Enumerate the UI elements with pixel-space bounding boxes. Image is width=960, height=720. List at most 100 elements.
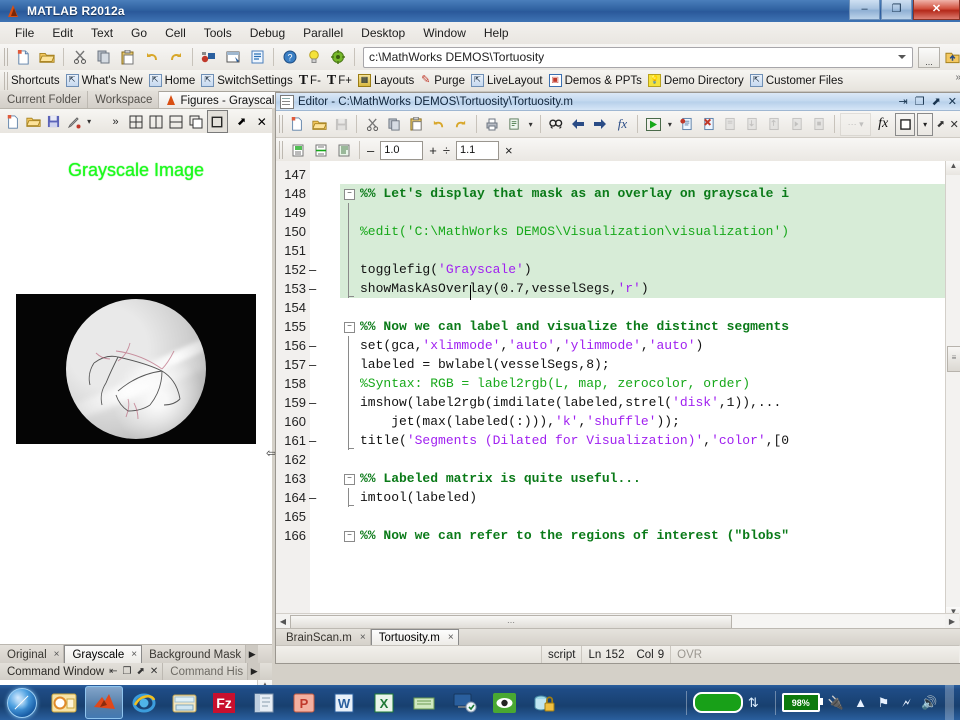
scroll-left-icon[interactable]: ◀ [276,617,290,626]
cascade-icon[interactable] [187,111,205,132]
shortcut-demos-ppts[interactable]: ▣ Demos & PPTs [548,74,642,87]
menu-edit[interactable]: Edit [43,24,82,42]
function-browser-icon[interactable]: fx [612,114,632,135]
code-line[interactable]: 148 %% Let's display that mask as an over… [276,184,959,203]
code-line[interactable]: 158 %Syntax: RGB = label2rgb(L, map, zero… [276,374,959,393]
close-icon[interactable]: ✕ [948,114,960,135]
print-icon[interactable] [482,114,502,135]
code-line[interactable]: 154 [276,298,959,317]
show-desktop-button[interactable] [945,685,954,720]
cell-toolbar-grip[interactable] [279,141,284,159]
new-file-icon[interactable] [12,46,34,68]
tab-workspace[interactable]: Workspace [88,91,160,108]
scroll-right-icon[interactable]: ▶ [945,617,959,626]
code-line[interactable]: 164– imtool(labeled) [276,488,959,507]
dock-icon[interactable]: ⇥ [898,95,907,108]
code-line[interactable]: 150 %edit('C:\MathWorks DEMOS\Visualizati… [276,222,959,241]
step-out-icon[interactable] [765,114,785,135]
find-icon[interactable] [546,114,566,135]
code-line[interactable]: 161– title('Segments (Dilated for Visuali… [276,431,959,450]
shortcut-font-increase[interactable]: T F+ [327,73,352,89]
taskbar-onenote-icon[interactable] [245,686,283,719]
shortcut-purge[interactable]: ✎ Purge [420,75,465,87]
tab-current-folder[interactable]: Current Folder [0,91,89,108]
insert-cell-divider-icon[interactable] [310,140,331,161]
shortcut-layouts[interactable]: ▦ Layouts [358,74,414,87]
shortcut-customer-files[interactable]: ⇱ Customer Files [749,74,843,87]
step-in-icon[interactable] [743,114,763,135]
scroll-up-icon[interactable]: ▲ [946,161,960,175]
new-file-icon[interactable] [287,114,307,135]
simulink-icon[interactable] [198,46,220,68]
undock-icon[interactable]: ⬈ [932,95,941,108]
paste-icon[interactable] [407,114,427,135]
save-figure-icon[interactable] [44,111,62,132]
taskbar-remote-desktop-icon[interactable] [445,686,483,719]
view-mode-icon[interactable] [895,112,916,136]
code-line[interactable]: 157– labeled = bwlabel(vesselSegs,8); [276,355,959,374]
undock-icon[interactable]: ⬈ [137,666,145,677]
code-line[interactable]: 149 [276,203,959,222]
chevron-down-icon[interactable] [898,54,906,59]
minimize-button[interactable]: – [849,0,880,20]
fx-icon[interactable]: fx [873,114,893,135]
save-file-icon[interactable] [331,114,351,135]
open-file-icon[interactable] [309,114,329,135]
code-line[interactable]: 163 %% Labeled matrix is quite useful... [276,469,959,488]
code-editor-area[interactable]: − − − −147 148%% Let's display that mask as … [276,161,959,621]
breakpoint-marker[interactable]: – [309,260,316,279]
new-figure-icon[interactable] [4,111,22,132]
open-folder-icon[interactable] [36,46,58,68]
insert-cell-icon[interactable] [287,140,308,161]
redo-icon[interactable] [165,46,187,68]
edit-plot-icon[interactable] [65,111,83,132]
scroll-thumb[interactable]: ≡ [947,346,960,372]
code-line[interactable]: 162 [276,450,959,469]
windows-start-orb-icon[interactable] [0,687,44,719]
run-icon[interactable] [643,114,663,135]
cell-divide-right-input[interactable]: 1.1 [455,140,499,160]
breakpoint-marker[interactable]: – [309,336,316,355]
menu-desktop[interactable]: Desktop [352,24,414,42]
network-status[interactable]: ⇅ [692,692,759,713]
taskbar-matlab-icon[interactable] [85,686,123,719]
maximize-icon[interactable]: ❐ [123,666,132,677]
close-icon[interactable]: ✕ [253,111,271,132]
copy-icon[interactable] [384,114,404,135]
code-line[interactable]: 166 %% Now we can refer to the regions of… [276,526,959,545]
toolbar-grip[interactable] [4,48,9,66]
code-line[interactable]: 159– imshow(label2rgb(imdilate(labeled,st… [276,393,959,412]
up-folder-icon[interactable] [941,46,960,68]
guide-icon[interactable] [222,46,244,68]
network-icon[interactable] [692,692,743,713]
code-line[interactable]: 151 [276,241,959,260]
taskbar-security-lock-icon[interactable] [525,686,563,719]
tab-command-window[interactable]: Command Window ⇤ ❐ ⬈ ✕ [0,663,164,680]
open-figure-icon[interactable] [24,111,42,132]
code-horizontal-scrollbar[interactable]: ◀ ⋯ ▶ [276,613,959,630]
undock-icon[interactable]: ⬈ [935,114,947,135]
menu-debug[interactable]: Debug [241,24,294,42]
code-line[interactable]: 156– set(gca,'xlimmode','auto','ylimmode'… [276,336,959,355]
taskbar-notes-icon[interactable] [405,686,443,719]
code-line[interactable]: 152– togglefig('Grayscale') [276,260,959,279]
taskbar-outlook-icon[interactable] [45,686,83,719]
code-lines[interactable]: − − − −147 148%% Let's display that mask as … [276,161,959,621]
code-line[interactable]: 147 [276,165,959,184]
breakpoint-marker[interactable]: – [309,279,316,298]
community-icon[interactable] [327,46,349,68]
cell-divide-left-input[interactable]: 1.0 [380,140,424,160]
cut-icon[interactable] [69,46,91,68]
file-tab-brainscan[interactable]: BrainScan.m × [279,629,371,646]
print-preview-icon[interactable] [504,114,524,135]
single-pane-icon[interactable] [207,110,228,133]
clear-breakpoints-icon[interactable] [698,114,718,135]
help-icon[interactable]: ? [279,46,301,68]
taskbar-word-icon[interactable]: W [325,686,363,719]
figure-tab-background-mask[interactable]: Background Mask [142,645,247,664]
code-line[interactable]: 153– showMaskAsOverlay(0.7,vesselSegs,'r'… [276,279,959,298]
dock-arrow-icon[interactable]: ⇤ [109,666,117,677]
menu-go[interactable]: Go [122,24,156,42]
continue-icon[interactable] [787,114,807,135]
battery-status[interactable]: 98% 🔌 [781,693,844,712]
